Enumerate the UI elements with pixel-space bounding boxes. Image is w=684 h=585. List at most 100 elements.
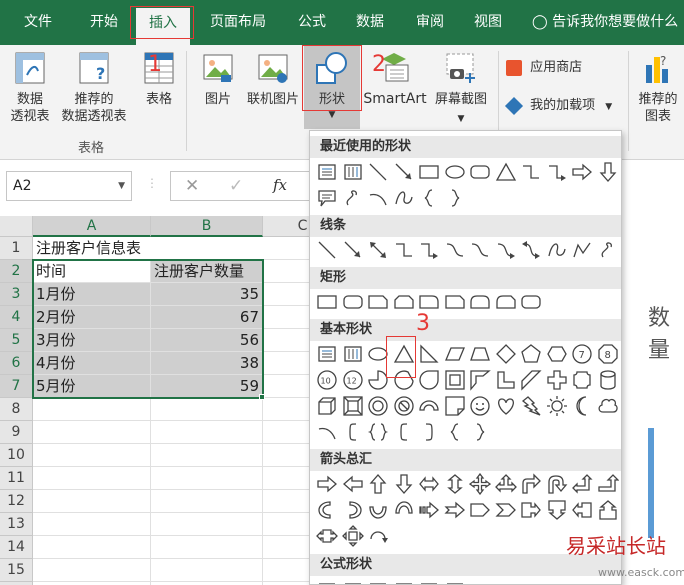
empty-cell[interactable]	[263, 444, 310, 467]
tab-view[interactable]: 视图	[468, 8, 508, 36]
shape-lbrace-icon[interactable]	[418, 187, 440, 209]
shape-curveddown-icon[interactable]	[393, 499, 415, 521]
empty-cell[interactable]	[33, 421, 151, 444]
shape-round1-icon[interactable]	[418, 291, 440, 313]
shape-teardrop-icon[interactable]	[418, 369, 440, 391]
empty-cell[interactable]	[263, 375, 310, 398]
row-header[interactable]: 1	[0, 237, 33, 260]
empty-cell[interactable]	[263, 260, 310, 283]
shape-round2-icon[interactable]	[469, 291, 491, 313]
online-pictures-button[interactable]: 联机图片	[242, 51, 304, 111]
tab-data[interactable]: 数据	[350, 8, 390, 36]
shape-bevel-icon[interactable]	[342, 395, 364, 417]
shape-luparrow-icon[interactable]	[571, 473, 593, 495]
shape-lrcallout-icon[interactable]	[316, 525, 338, 547]
empty-cell[interactable]	[263, 398, 310, 421]
shape-equation-icon[interactable]	[342, 575, 364, 584]
shape-line-icon[interactable]	[367, 161, 389, 183]
row-header[interactable]: 8	[0, 398, 33, 421]
shape-curvedleft-icon[interactable]	[342, 499, 364, 521]
shape-scribble-icon[interactable]	[597, 239, 619, 261]
shape-snip1-icon[interactable]	[444, 291, 466, 313]
shape-vtextbox-icon[interactable]	[342, 343, 364, 365]
column-header-b[interactable]: B	[151, 216, 263, 237]
empty-cell[interactable]	[151, 536, 263, 559]
shape-equation-icon[interactable]	[316, 575, 338, 584]
worksheet-grid[interactable]: A B C 12345678910111213141516 注册客户信息表 时间…	[0, 212, 310, 585]
shape-pentarrow-icon[interactable]	[469, 499, 491, 521]
tab-file[interactable]: 文件	[18, 8, 58, 36]
empty-cell[interactable]	[151, 398, 263, 421]
empty-cell[interactable]	[263, 352, 310, 375]
recommended-charts-button[interactable]: ? 推荐的 图表	[632, 51, 684, 135]
shape-lrupp-icon[interactable]	[494, 473, 517, 495]
shape-lbrace-icon[interactable]	[444, 421, 466, 443]
shape-equation-icon[interactable]	[444, 575, 466, 584]
shape-bentarrow-icon[interactable]	[520, 473, 542, 495]
shape-callout-icon[interactable]	[316, 187, 338, 209]
shape-elbowarrow-icon[interactable]	[418, 239, 440, 261]
shape-halfframe-icon[interactable]	[469, 369, 491, 391]
row-header[interactable]: 10	[0, 444, 33, 467]
select-all-corner[interactable]	[0, 216, 33, 237]
shape-rarrow-icon[interactable]	[571, 161, 593, 183]
shape-ellipse-icon[interactable]	[444, 161, 466, 183]
shape-textbox-icon[interactable]	[316, 343, 338, 365]
row-header[interactable]: 2	[0, 260, 33, 283]
shape-rbrace-icon[interactable]	[469, 421, 491, 443]
row-header[interactable]: 3	[0, 283, 33, 306]
recommended-pivot-button[interactable]: ? 推荐的 数据透视表	[56, 51, 132, 129]
shape-curvedarrow-icon[interactable]	[495, 239, 517, 261]
empty-cell[interactable]	[263, 559, 310, 582]
name-box-dropdown-icon[interactable]: ▼	[118, 172, 125, 200]
shape-line-icon[interactable]	[316, 239, 338, 261]
shape-cube-icon[interactable]	[316, 395, 338, 417]
shape-plaque-icon[interactable]	[571, 369, 593, 391]
empty-cell[interactable]	[33, 467, 151, 490]
shape-lcallout-icon[interactable]	[571, 499, 593, 521]
shape-triangle-icon[interactable]	[495, 161, 517, 183]
shape-dodecagon-icon[interactable]: 12	[342, 369, 364, 391]
column-header-a[interactable]: A	[33, 216, 151, 237]
shape-rbrace-icon[interactable]	[444, 187, 466, 209]
empty-cell[interactable]	[263, 513, 310, 536]
row-header[interactable]: 6	[0, 352, 33, 375]
insert-function-icon[interactable]: fx	[273, 176, 287, 194]
empty-cell[interactable]	[151, 513, 263, 536]
shape-curve-icon[interactable]	[546, 239, 568, 261]
shape-curvedconn-icon[interactable]	[444, 239, 466, 261]
shape-sun-icon[interactable]	[546, 395, 568, 417]
shape-pentagon-icon[interactable]	[520, 343, 542, 365]
shape-textbox-icon[interactable]	[316, 161, 338, 183]
shape-parallelogram-icon[interactable]	[444, 343, 466, 365]
shape-rarrow-icon[interactable]	[316, 473, 338, 495]
shape-lightning-icon[interactable]	[520, 395, 542, 417]
row-header[interactable]: 14	[0, 536, 33, 559]
shape-moon-icon[interactable]	[571, 395, 593, 417]
shape-curvedright-icon[interactable]	[316, 499, 338, 521]
shape-lrarrow-icon[interactable]	[418, 473, 440, 495]
shape-rect-icon[interactable]	[418, 161, 440, 183]
row-header[interactable]: 13	[0, 513, 33, 536]
empty-cell[interactable]	[33, 490, 151, 513]
shape-diagstripe-icon[interactable]	[520, 369, 542, 391]
empty-cell[interactable]	[263, 283, 310, 306]
shape-elbow-icon[interactable]	[520, 161, 542, 183]
empty-cell[interactable]	[263, 421, 310, 444]
row-header[interactable]: 12	[0, 490, 33, 513]
shape-quadarrow-icon[interactable]	[468, 472, 492, 496]
shape-nosymbol-icon[interactable]	[393, 395, 415, 417]
pictures-button[interactable]: 图片	[196, 51, 240, 111]
empty-cell[interactable]	[263, 490, 310, 513]
shape-bentup-icon[interactable]	[597, 473, 620, 495]
name-box[interactable]: A2 ▼	[6, 171, 132, 201]
empty-cell[interactable]	[151, 467, 263, 490]
shape-blockarc-icon[interactable]	[418, 395, 440, 417]
empty-cell[interactable]	[33, 536, 151, 559]
shape-trapezoid-icon[interactable]	[469, 343, 491, 365]
empty-cell[interactable]	[33, 559, 151, 582]
shape-chevron-icon[interactable]	[494, 499, 517, 521]
shape-decagon-icon[interactable]: 10	[316, 369, 338, 391]
shape-octagon-icon[interactable]: 8	[597, 343, 619, 365]
pivot-table-button[interactable]: 数据 透视表	[4, 51, 56, 129]
